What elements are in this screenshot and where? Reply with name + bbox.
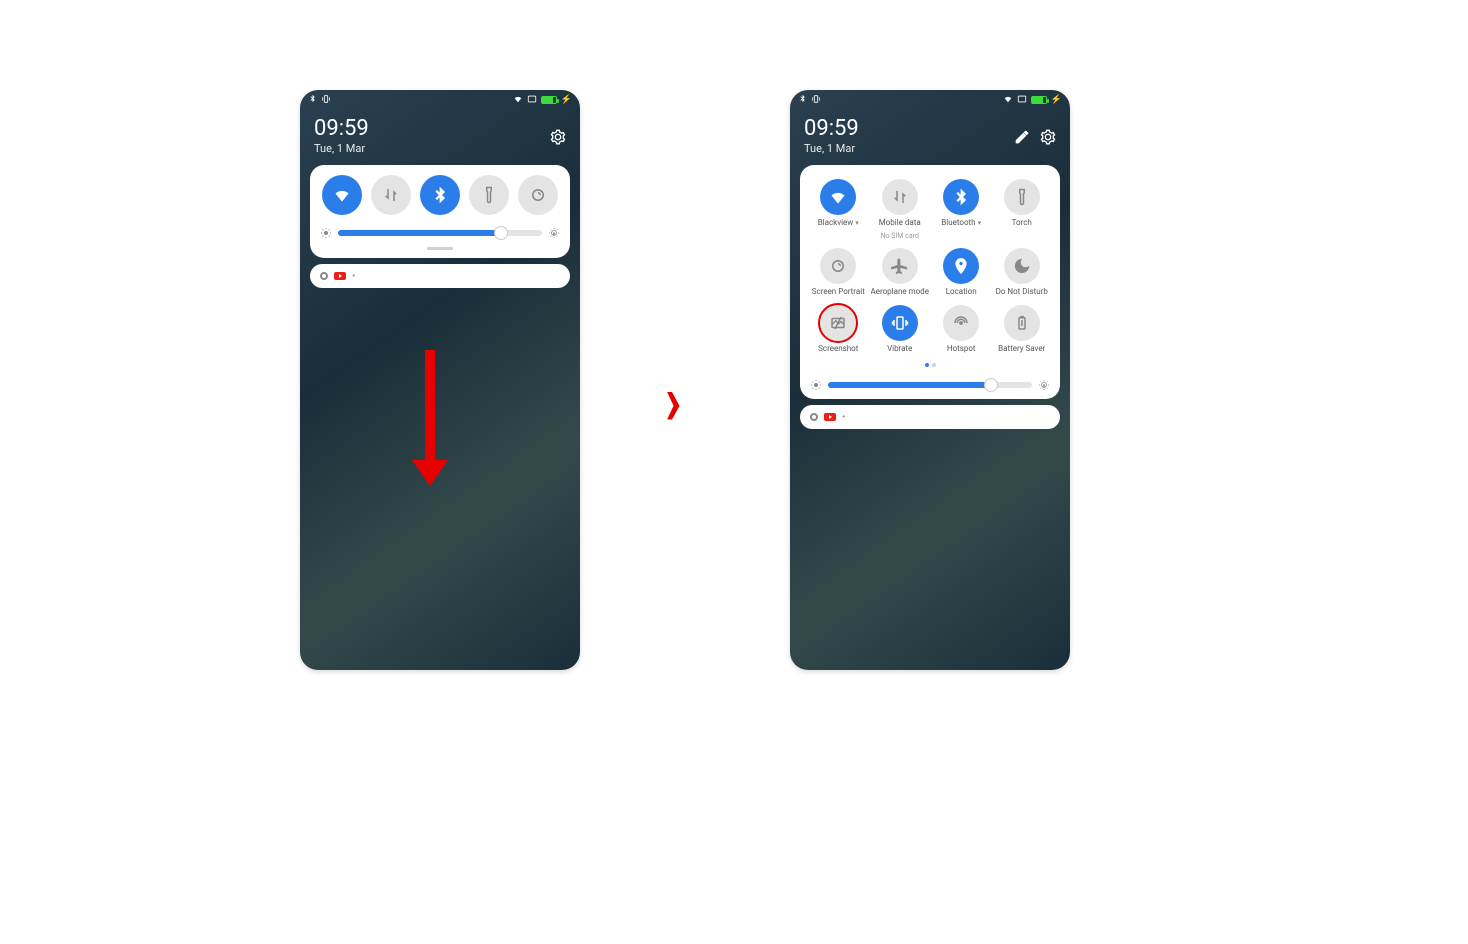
youtube-icon (334, 272, 346, 280)
wifi-icon[interactable] (820, 179, 856, 215)
youtube-icon (824, 413, 836, 421)
qs-tile-rotate[interactable]: Screen Portrait (810, 248, 867, 297)
qs-tile-label: Bluetooth (941, 219, 975, 228)
qs-tile-label: Battery Saver (998, 345, 1045, 354)
qs-tile-bt[interactable]: Bluetooth▾ (933, 179, 990, 240)
notification-dot: • (842, 412, 845, 423)
notification-row[interactable]: • (310, 264, 570, 288)
bluetooth-icon[interactable] (943, 179, 979, 215)
qs-tile-label: Location (946, 288, 977, 297)
qs-tile-vibrate[interactable]: Vibrate (871, 305, 929, 354)
statusbar: ⚡ (300, 90, 580, 110)
qs-tile-airplane[interactable]: Aeroplane mode (871, 248, 929, 297)
qs-tile-data[interactable]: Mobile data No SIM card (871, 179, 929, 240)
brightness-low-icon (320, 227, 332, 239)
statusbar: ⚡ (790, 90, 1070, 110)
drag-handle[interactable] (427, 247, 453, 250)
pager-dot (925, 363, 929, 367)
brightness-auto-icon: A (1038, 379, 1050, 391)
charging-status-icon: ⚡ (1051, 95, 1062, 105)
chevron-down-icon[interactable]: ▾ (855, 219, 859, 227)
page-indicator (810, 363, 1050, 367)
bluetooth-status-icon (798, 94, 807, 106)
edit-icon[interactable] (1014, 129, 1030, 149)
qs-tile-label: Screenshot (818, 345, 858, 354)
qs-tile-dnd[interactable]: Do Not Disturb (993, 248, 1050, 297)
torch-icon[interactable] (1004, 179, 1040, 215)
qs-panel-expanded: Blackview▾Mobile dataNo SIM cardBluetoot… (800, 165, 1060, 399)
vibrate-icon[interactable] (882, 305, 918, 341)
brightness-slider[interactable]: A (320, 227, 560, 239)
qs-tile-label: Aeroplane mode (871, 288, 929, 297)
qs-tile-sublabel: No SIM card (881, 232, 919, 240)
vibrate-status-icon (321, 94, 331, 107)
cast-status-icon (527, 94, 537, 107)
qs-tile-label: Screen Portrait (812, 288, 865, 297)
qs-tile-label: Do Not Disturb (996, 288, 1048, 297)
battery-status-icon (541, 96, 557, 104)
clock-date: Tue, 1 Mar (804, 142, 859, 155)
qs-tile-label: Hotspot (947, 345, 976, 354)
wifi-status-icon (1003, 94, 1013, 107)
transition-chevron-icon: › (665, 361, 681, 443)
qs-tile-screenshot[interactable]: Screenshot (810, 305, 867, 354)
battery-status-icon (1031, 96, 1047, 104)
settings-icon[interactable] (1040, 129, 1056, 149)
battery-saver-icon[interactable] (1004, 305, 1040, 341)
phone-screenshot-expanded: ⚡ 09:59 Tue, 1 Mar Blackview▾Mobile data… (790, 90, 1070, 670)
record-icon (810, 413, 818, 421)
wifi-status-icon (513, 94, 523, 107)
qs-toggle-bt[interactable] (420, 175, 460, 215)
bluetooth-status-icon (308, 94, 317, 106)
qs-tile-location[interactable]: Location (933, 248, 990, 297)
location-icon[interactable] (943, 248, 979, 284)
qs-header: 09:59 Tue, 1 Mar (300, 110, 580, 159)
brightness-slider[interactable]: A (810, 379, 1050, 391)
qs-toggle-data[interactable] (371, 175, 411, 215)
notification-row[interactable]: • (800, 405, 1060, 429)
qs-tile-label: Blackview (818, 219, 854, 228)
dnd-icon[interactable] (1004, 248, 1040, 284)
clock-time: 09:59 (804, 118, 859, 140)
chevron-down-icon[interactable]: ▾ (978, 219, 982, 227)
vibrate-status-icon (811, 94, 821, 107)
brightness-low-icon (810, 379, 822, 391)
qs-toggle-rotate[interactable] (518, 175, 558, 215)
qs-header: 09:59 Tue, 1 Mar (790, 110, 1070, 159)
svg-text:A: A (1043, 384, 1045, 388)
qs-tile-label: Torch (1012, 219, 1032, 228)
pager-dot (932, 363, 936, 367)
qs-panel-collapsed: A (310, 165, 570, 258)
rotate-lock-icon[interactable] (820, 248, 856, 284)
clock-time: 09:59 (314, 118, 369, 140)
hotspot-icon[interactable] (943, 305, 979, 341)
airplane-icon[interactable] (882, 248, 918, 284)
clock-date: Tue, 1 Mar (314, 142, 369, 155)
svg-text:A: A (553, 232, 555, 236)
qs-tile-battery[interactable]: Battery Saver (993, 305, 1050, 354)
settings-icon[interactable] (550, 129, 566, 149)
swipe-down-annotation-arrow (412, 350, 448, 486)
qs-tile-label: Mobile data (879, 219, 921, 228)
cast-status-icon (1017, 94, 1027, 107)
qs-toggle-wifi[interactable] (322, 175, 362, 215)
brightness-auto-icon: A (548, 227, 560, 239)
qs-toggle-torch[interactable] (469, 175, 509, 215)
record-icon (320, 272, 328, 280)
highlight-circle (818, 303, 858, 343)
qs-tile-torch[interactable]: Torch (993, 179, 1050, 240)
charging-status-icon: ⚡ (561, 95, 572, 105)
data-icon[interactable] (882, 179, 918, 215)
qs-tile-label: Vibrate (887, 345, 912, 354)
qs-tile-wifi[interactable]: Blackview▾ (810, 179, 867, 240)
qs-tile-hotspot[interactable]: Hotspot (933, 305, 990, 354)
notification-dot: • (352, 271, 355, 282)
